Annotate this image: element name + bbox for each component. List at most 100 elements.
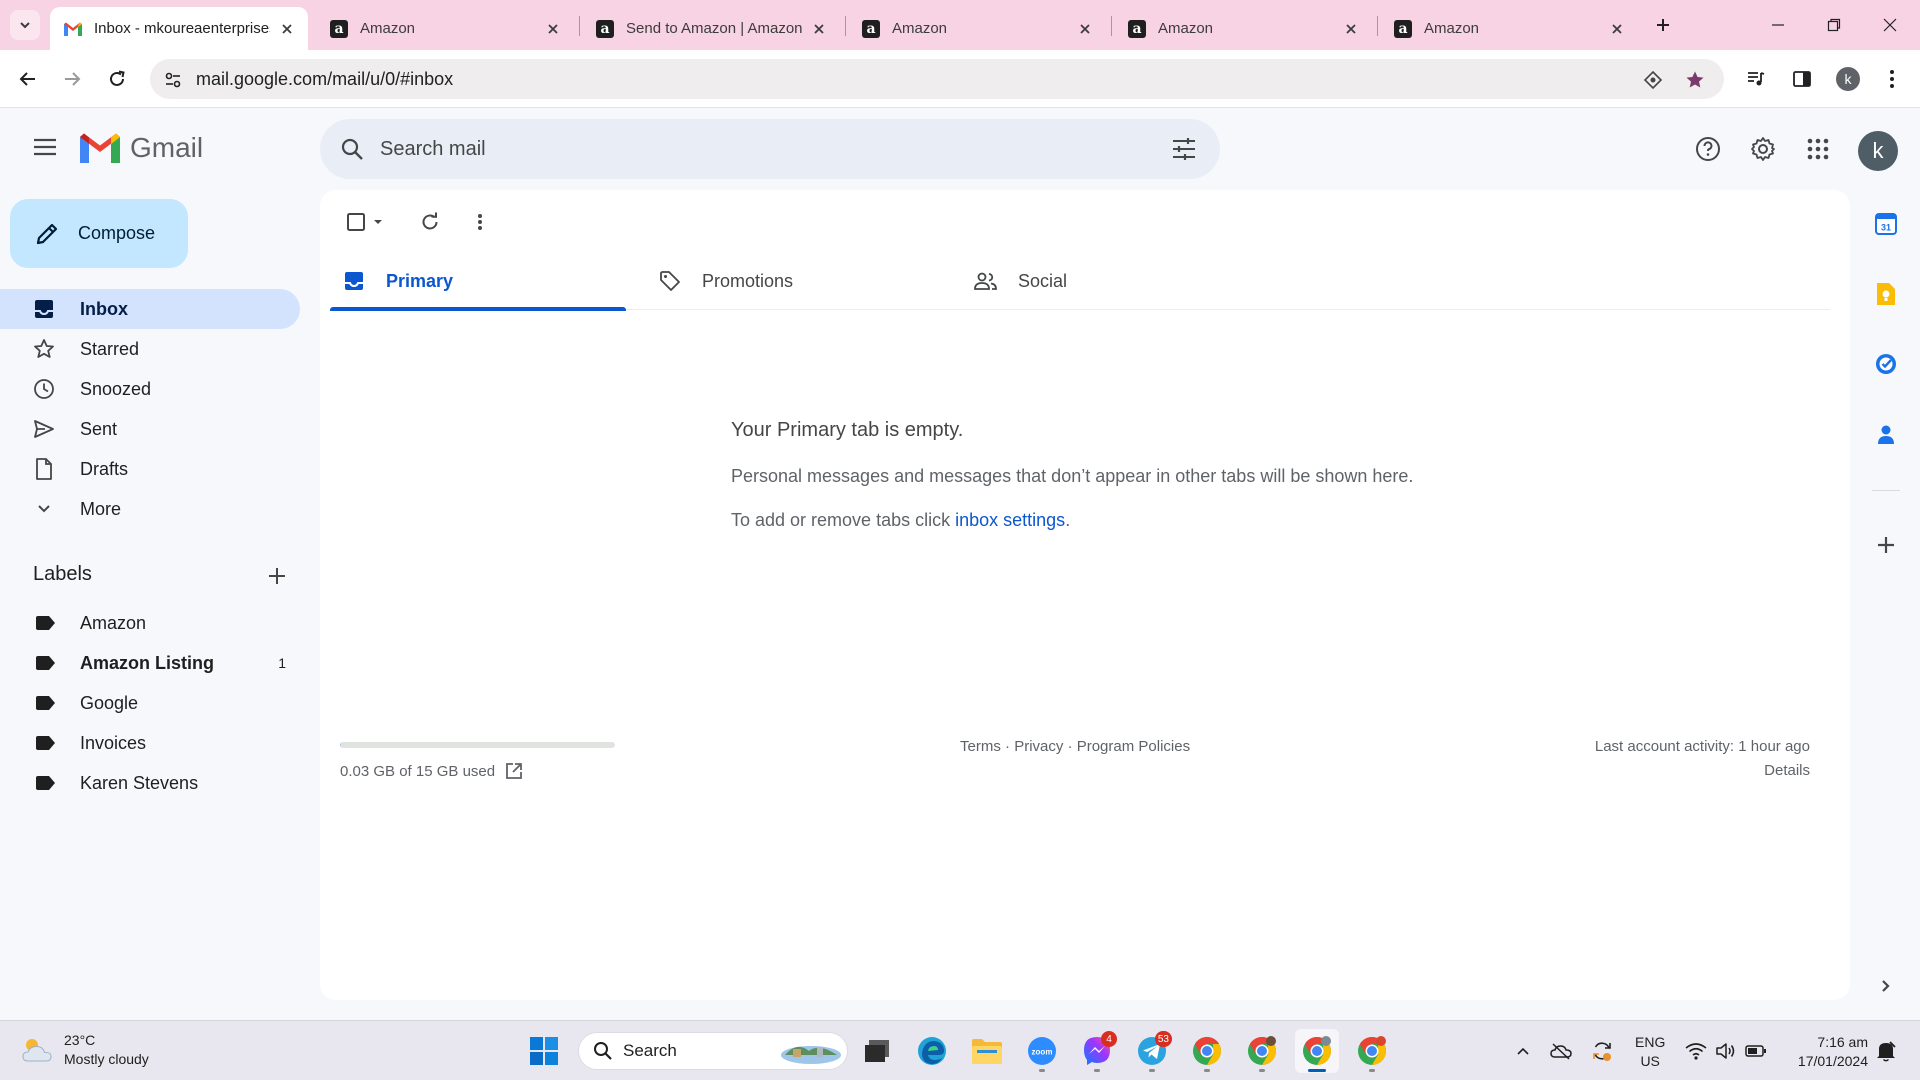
tab-search-button[interactable] — [10, 10, 40, 40]
taskbar-messenger[interactable]: 4 — [1075, 1029, 1119, 1073]
reload-button[interactable] — [101, 63, 133, 95]
back-button[interactable] — [12, 63, 44, 95]
taskbar-chrome-2[interactable] — [1240, 1029, 1284, 1073]
taskbar-chrome-4[interactable] — [1350, 1029, 1394, 1073]
settings-button[interactable] — [1745, 131, 1781, 167]
taskbar-edge[interactable] — [910, 1029, 954, 1073]
close-icon[interactable] — [278, 20, 296, 38]
taskbar-telegram[interactable]: 53 — [1130, 1029, 1174, 1073]
program-policies-link[interactable]: Program Policies — [1077, 738, 1190, 755]
tasks-app-button[interactable] — [1870, 348, 1902, 380]
plus-icon — [1657, 19, 1669, 31]
media-controls-button[interactable] — [1740, 63, 1772, 95]
side-panel-button[interactable] — [1786, 63, 1818, 95]
contacts-app-button[interactable] — [1870, 418, 1902, 450]
weather-widget[interactable]: 23°C Mostly cloudy — [20, 1031, 149, 1069]
taskbar-file-explorer[interactable] — [965, 1029, 1009, 1073]
open-in-new-icon[interactable] — [505, 762, 523, 780]
taskbar-search[interactable]: Search — [578, 1032, 848, 1070]
address-bar[interactable]: mail.google.com/mail/u/0/#inbox — [150, 59, 1724, 99]
label-item-google[interactable]: Google — [0, 683, 300, 723]
create-label-button[interactable] — [262, 561, 292, 591]
onedrive-tray-icon[interactable] — [1549, 1039, 1573, 1063]
restore-button[interactable] — [1806, 0, 1862, 50]
search-options-icon[interactable] — [1168, 133, 1200, 165]
label-item-amazon[interactable]: Amazon — [0, 603, 300, 643]
start-button[interactable] — [522, 1029, 566, 1073]
nav-item-drafts[interactable]: Drafts — [0, 449, 300, 489]
google-apps-button[interactable] — [1800, 131, 1836, 167]
details-link[interactable]: Details — [1764, 762, 1810, 779]
main-menu-button[interactable] — [28, 130, 62, 164]
profile-button[interactable]: k — [1832, 63, 1864, 95]
privacy-link[interactable]: Privacy — [1014, 738, 1063, 755]
lens-icon[interactable] — [1642, 69, 1664, 91]
search-icon — [594, 1042, 612, 1060]
nav-item-starred[interactable]: Starred — [0, 329, 300, 369]
close-icon[interactable] — [1608, 20, 1626, 38]
close-icon[interactable] — [810, 20, 828, 38]
input-language-indicator[interactable]: ENG US — [1635, 1033, 1665, 1071]
close-icon[interactable] — [1076, 20, 1094, 38]
browser-tab-send-to-amazon[interactable]: a Send to Amazon | Amazon — [582, 7, 840, 50]
tab-primary[interactable]: Primary — [330, 252, 626, 311]
nav-item-more[interactable]: More — [0, 489, 300, 529]
tab-promotions[interactable]: Promotions — [646, 252, 942, 310]
sync-tray-icon[interactable] — [1590, 1039, 1614, 1063]
wifi-tray-icon[interactable] — [1684, 1039, 1708, 1063]
close-icon[interactable] — [544, 20, 562, 38]
running-indicator — [1149, 1069, 1155, 1072]
terms-link[interactable]: Terms — [960, 738, 1001, 755]
notifications-button[interactable] — [1874, 1039, 1898, 1063]
compose-button[interactable]: Compose — [10, 199, 188, 268]
label-item-invoices[interactable]: Invoices — [0, 723, 300, 763]
amazon-favicon-icon: a — [862, 19, 880, 38]
label-item-karen-stevens[interactable]: Karen Stevens — [0, 763, 300, 803]
minimize-button[interactable] — [1750, 0, 1806, 50]
battery-tray-icon[interactable] — [1744, 1039, 1768, 1063]
taskbar-task-view[interactable] — [855, 1029, 899, 1073]
system-clock[interactable]: 7:16 am 17/01/2024 — [1782, 1033, 1868, 1071]
get-add-ons-button[interactable] — [1870, 529, 1902, 561]
forward-button[interactable] — [56, 63, 88, 95]
browser-tab-amazon-4[interactable]: a Amazon — [1380, 7, 1638, 50]
nav-item-sent[interactable]: Sent — [0, 409, 300, 449]
search-icon[interactable] — [338, 135, 366, 163]
chrome-menu-button[interactable] — [1876, 63, 1908, 95]
refresh-icon — [422, 212, 438, 230]
nav-item-inbox[interactable]: Inbox — [0, 289, 300, 329]
close-window-button[interactable] — [1862, 0, 1918, 50]
folder-icon — [972, 1039, 1002, 1064]
search-input[interactable] — [380, 137, 1140, 161]
windows-logo-icon — [530, 1037, 558, 1065]
footer-links: Terms · Privacy · Program Policies — [960, 738, 1190, 755]
taskbar-chrome-3[interactable] — [1295, 1029, 1339, 1073]
volume-tray-icon[interactable] — [1714, 1039, 1738, 1063]
refresh-button[interactable] — [415, 207, 445, 237]
nav-item-snoozed[interactable]: Snoozed — [0, 369, 300, 409]
more-actions-button[interactable] — [465, 207, 495, 237]
browser-tab-inbox[interactable]: Inbox - mkoureaenterprises — [50, 7, 308, 50]
account-avatar[interactable]: k — [1858, 131, 1898, 171]
browser-tab-amazon-3[interactable]: a Amazon — [1114, 7, 1372, 50]
gmail-logo[interactable]: Gmail — [80, 132, 203, 164]
calendar-app-button[interactable]: 31 — [1870, 208, 1902, 240]
close-icon[interactable] — [1342, 20, 1360, 38]
browser-tab-amazon-2[interactable]: a Amazon — [848, 7, 1106, 50]
site-info-icon[interactable] — [162, 69, 184, 91]
inbox-settings-link[interactable]: inbox settings — [955, 510, 1065, 530]
label-item-amazon-listing[interactable]: Amazon Listing 1 — [0, 643, 300, 683]
taskbar-zoom[interactable]: zoom — [1020, 1029, 1064, 1073]
select-all-checkbox[interactable] — [340, 207, 390, 237]
tab-title: Amazon — [1424, 20, 1480, 37]
browser-tab-amazon-1[interactable]: a Amazon — [316, 7, 574, 50]
taskbar-chrome-1[interactable] — [1185, 1029, 1229, 1073]
new-tab-button[interactable] — [1650, 12, 1676, 38]
bookmark-star-icon[interactable] — [1684, 69, 1706, 91]
search-mail-bar[interactable] — [320, 119, 1220, 179]
show-side-panel-button[interactable] — [1870, 970, 1902, 1002]
tab-social[interactable]: Social — [962, 252, 1258, 310]
show-hidden-icons-button[interactable] — [1511, 1039, 1535, 1063]
keep-app-button[interactable] — [1870, 278, 1902, 310]
support-button[interactable] — [1690, 131, 1726, 167]
